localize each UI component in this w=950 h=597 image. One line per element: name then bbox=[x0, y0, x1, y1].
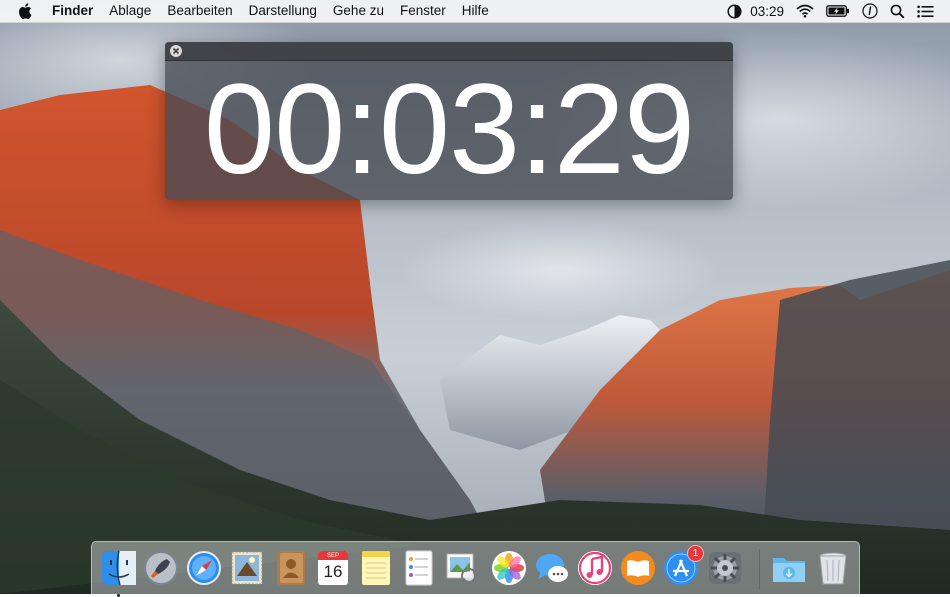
trash-icon bbox=[819, 552, 847, 585]
dock-app-store[interactable]: 1 bbox=[662, 545, 704, 588]
dock-messages[interactable] bbox=[533, 548, 571, 588]
dock-calendar[interactable]: SEP 16 bbox=[314, 548, 352, 588]
menu-bar: Finder Ablage Bearbeiten Darstellung Geh… bbox=[0, 0, 950, 23]
finder-icon bbox=[102, 550, 136, 586]
timer-icon[interactable] bbox=[727, 3, 742, 19]
safari-compass-icon bbox=[187, 551, 221, 585]
dock-contacts[interactable] bbox=[271, 548, 309, 588]
dock-mail[interactable] bbox=[228, 548, 266, 588]
dock-trash[interactable] bbox=[814, 548, 852, 588]
photos-flower-icon bbox=[492, 551, 526, 585]
info-icon[interactable] bbox=[862, 3, 878, 19]
preview-icon bbox=[446, 553, 477, 584]
menu-fenster[interactable]: Fenster bbox=[392, 0, 454, 22]
gear-icon bbox=[709, 552, 741, 584]
timer-window[interactable]: 00:03:29 bbox=[165, 42, 733, 200]
calendar-month: SEP bbox=[326, 553, 339, 559]
mail-stamp-icon bbox=[231, 551, 263, 585]
menu-clock[interactable]: 03:29 bbox=[750, 4, 784, 19]
dock-photos[interactable] bbox=[490, 548, 528, 588]
apple-menu-icon[interactable] bbox=[18, 3, 32, 19]
menu-app-name[interactable]: Finder bbox=[46, 0, 101, 22]
menu-bearbeiten[interactable]: Bearbeiten bbox=[159, 0, 240, 22]
notes-icon bbox=[362, 551, 390, 585]
notification-badge: 1 bbox=[687, 545, 704, 562]
itunes-note-icon bbox=[578, 551, 612, 585]
dock-preview[interactable] bbox=[443, 548, 481, 588]
messages-bubble-icon bbox=[536, 554, 568, 582]
dock-launchpad[interactable] bbox=[142, 548, 180, 588]
wifi-icon[interactable] bbox=[796, 4, 814, 18]
menu-ablage[interactable]: Ablage bbox=[101, 0, 159, 22]
dock-downloads-folder[interactable] bbox=[770, 548, 808, 588]
dock-finder[interactable] bbox=[100, 548, 138, 597]
dock-ibooks[interactable] bbox=[619, 548, 657, 588]
dock-system-preferences[interactable] bbox=[706, 548, 744, 588]
menu-darstellung[interactable]: Darstellung bbox=[241, 0, 325, 22]
calendar-day: 16 bbox=[323, 562, 343, 581]
menu-hilfe[interactable]: Hilfe bbox=[454, 0, 497, 22]
reminders-icon bbox=[405, 550, 433, 586]
ibooks-icon bbox=[621, 551, 655, 585]
downloads-folder-icon bbox=[773, 558, 805, 582]
dock-reminders[interactable] bbox=[400, 548, 438, 588]
dock-notes[interactable] bbox=[357, 548, 395, 588]
menu-bar-status-area: 03:29 bbox=[721, 0, 950, 22]
notification-center-icon[interactable] bbox=[917, 5, 934, 18]
contacts-book-icon bbox=[277, 551, 305, 585]
dock: SEP 16 1 bbox=[91, 541, 860, 597]
dock-separator bbox=[759, 549, 760, 589]
menu-bar-left: Finder Ablage Bearbeiten Darstellung Geh… bbox=[0, 0, 497, 22]
dock-safari[interactable] bbox=[185, 548, 223, 588]
battery-icon[interactable] bbox=[826, 5, 850, 17]
launchpad-rocket-icon bbox=[144, 551, 178, 585]
close-icon[interactable] bbox=[170, 45, 182, 57]
menu-gehe-zu[interactable]: Gehe zu bbox=[325, 0, 392, 22]
dock-itunes[interactable] bbox=[576, 548, 614, 588]
timer-display: 00:03:29 bbox=[203, 58, 695, 200]
spotlight-search-icon[interactable] bbox=[890, 4, 905, 19]
